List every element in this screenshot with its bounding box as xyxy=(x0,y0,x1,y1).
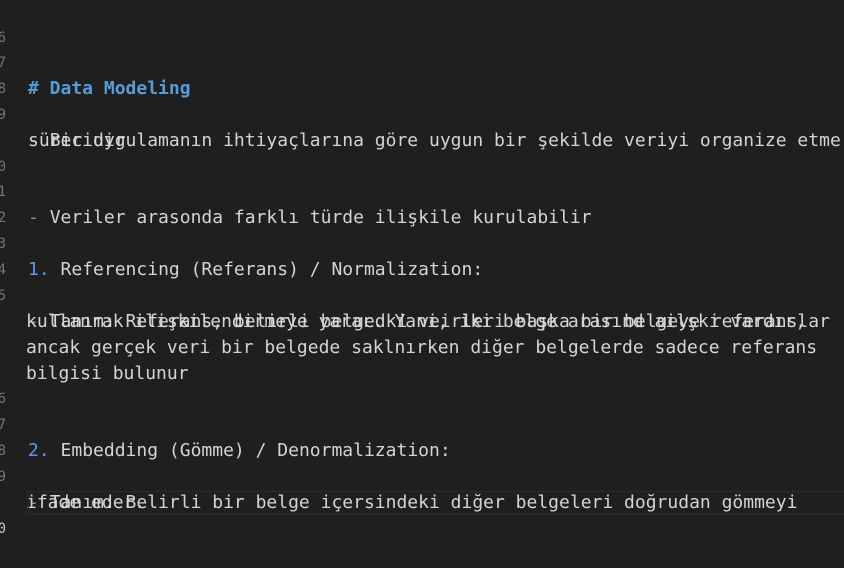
editor-line-wrap: bilgisi bulunur xyxy=(0,335,844,384)
editor-line: 5 - Tanım: Referans, belirli belgedki ve… xyxy=(0,257,844,332)
code-editor[interactable]: 6 7 # Data Modeling 8 9 - Bir uygulamanı… xyxy=(0,0,844,568)
editor-line: 1 - Veriler arasonda farklı türde ilişki… xyxy=(0,153,844,228)
editor-line-wrap: ancak gerçek veri bir belgede saklnırken… xyxy=(0,309,844,358)
editor-line[interactable]: 0 xyxy=(0,490,844,537)
editor-line: 6 xyxy=(0,0,844,46)
editor-line: 7 2. Embedding (Gömme) / Denormalization… xyxy=(0,386,844,461)
editor-line: 3 1. Referencing (Referans) / Normalizat… xyxy=(0,205,844,280)
editor-line: 2 xyxy=(0,179,844,226)
line-number: 0 xyxy=(0,521,6,537)
editor-line: 8 xyxy=(0,412,844,459)
editor-line: 7 # Data Modeling xyxy=(0,24,844,99)
editor-line: 8 xyxy=(0,50,844,97)
editor-line: 9 - Bir uygulamanın ihtiyaçlarına göre u… xyxy=(0,76,844,151)
editor-line: 6 xyxy=(0,360,844,407)
editor-line: 9 - Tanım: Belirli bir belge içersindeki… xyxy=(0,438,844,513)
editor-line: 4 xyxy=(0,231,844,278)
editor-line-wrap: sürecidir xyxy=(0,102,844,151)
editor-line-wrap: ifade eder. xyxy=(0,464,844,513)
editor-line: 0 xyxy=(0,128,844,175)
editor-line-wrap: kullanrak ilişkilendirmeye yarar. Yani, … xyxy=(0,283,844,332)
